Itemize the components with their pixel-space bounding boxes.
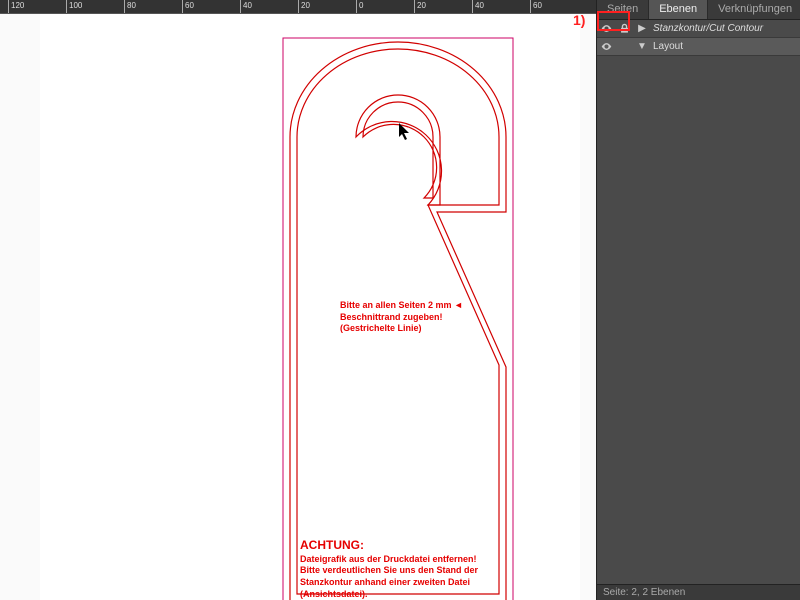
ruler-tick: 120 bbox=[11, 1, 24, 10]
tab-ebenen[interactable]: Ebenen bbox=[649, 0, 708, 19]
eye-icon[interactable] bbox=[599, 40, 613, 54]
ruler-tick: 20 bbox=[301, 1, 310, 10]
chevron-right-icon[interactable]: ▶ bbox=[635, 22, 649, 36]
ruler-tick: 40 bbox=[475, 1, 484, 10]
ruler-tick: 80 bbox=[127, 1, 136, 10]
canvas-area[interactable]: Bitte an allen Seiten 2 mm ◄ Beschnittra… bbox=[0, 14, 596, 600]
panel-tabs: Seiten Ebenen Verknüpfungen bbox=[597, 0, 800, 20]
layer-label: Stanzkontur/Cut Contour bbox=[653, 23, 800, 34]
layers-list: ▶ Stanzkontur/Cut Contour ▼ Layout bbox=[597, 20, 800, 56]
annotation-label: 1) bbox=[573, 12, 585, 28]
ruler-tick: 60 bbox=[185, 1, 194, 10]
tab-seiten[interactable]: Seiten bbox=[597, 0, 649, 19]
bleed-note-text: Bitte an allen Seiten 2 mm ◄ Beschnittra… bbox=[340, 300, 490, 335]
layers-panel: Seiten Ebenen Verknüpfungen 1) ▶ Stanzko… bbox=[596, 0, 800, 600]
eye-icon[interactable] bbox=[599, 22, 613, 36]
panel-status-bar: Seite: 2, 2 Ebenen bbox=[597, 584, 800, 600]
lock-icon[interactable] bbox=[617, 40, 631, 54]
layer-row-stanzkontur[interactable]: ▶ Stanzkontur/Cut Contour bbox=[597, 20, 800, 38]
lock-icon[interactable] bbox=[617, 22, 631, 36]
chevron-down-icon[interactable]: ▼ bbox=[635, 40, 649, 54]
ruler-horizontal[interactable]: 120 100 80 60 40 20 0 20 40 60 bbox=[0, 0, 596, 14]
warning-text: ACHTUNG: Dateigrafik aus der Druckdatei … bbox=[300, 538, 500, 600]
tab-verknuepfungen[interactable]: Verknüpfungen bbox=[708, 0, 800, 19]
layer-label: Layout bbox=[653, 41, 800, 52]
ruler-tick: 40 bbox=[243, 1, 252, 10]
ruler-tick: 0 bbox=[359, 1, 363, 10]
ruler-tick: 100 bbox=[69, 1, 82, 10]
ruler-tick: 20 bbox=[417, 1, 426, 10]
layer-row-layout[interactable]: ▼ Layout bbox=[597, 38, 800, 56]
ruler-tick: 60 bbox=[533, 1, 542, 10]
